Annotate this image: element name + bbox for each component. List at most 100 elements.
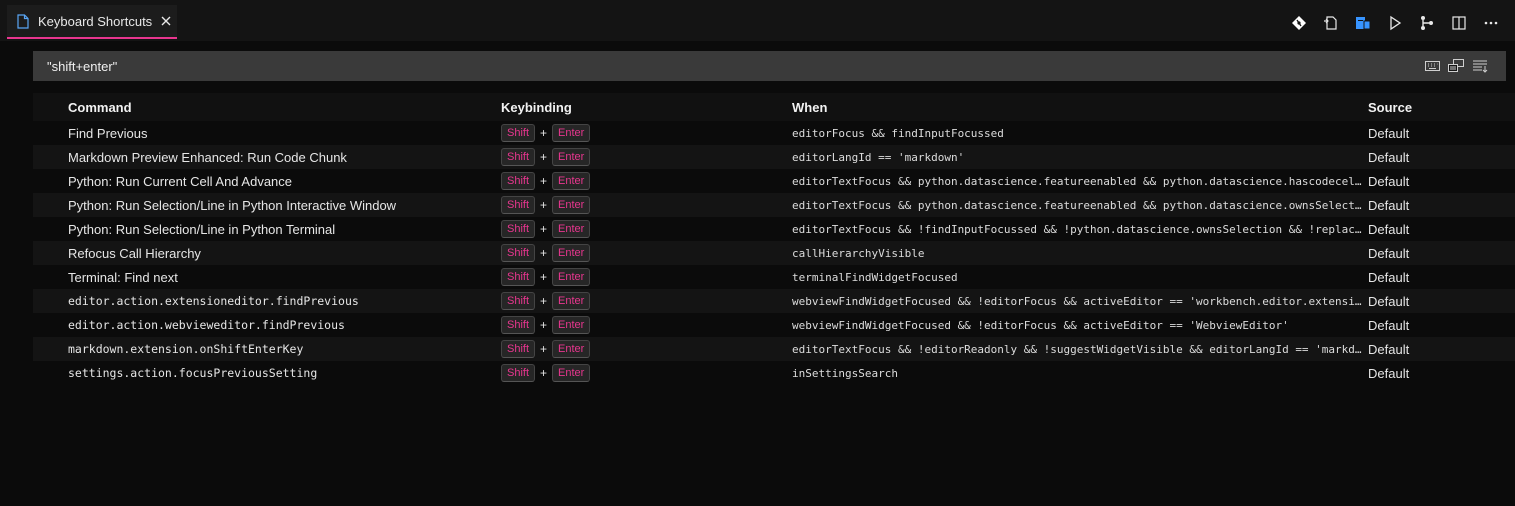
- source-cell: Default: [1368, 293, 1410, 309]
- key-label: Enter: [552, 196, 591, 214]
- command-cell: Find Previous: [68, 125, 148, 141]
- keybinding-cell[interactable]: Shift + Enter: [501, 244, 792, 262]
- column-header-source[interactable]: Source: [1368, 100, 1508, 115]
- keybinding-cell[interactable]: Shift + Enter: [501, 196, 792, 214]
- command-cell: Python: Run Current Cell And Advance: [68, 173, 293, 189]
- table-row[interactable]: Refocus Call Hierarchy Shift + Enter callHie…: [33, 241, 1515, 265]
- sort-by-precedence-icon[interactable]: [1472, 58, 1488, 74]
- preview-icon[interactable]: [1353, 13, 1373, 33]
- column-header-command[interactable]: Command: [33, 100, 501, 115]
- editor-actions: [1289, 12, 1501, 34]
- keybinding-cell[interactable]: Shift + Enter: [501, 220, 792, 238]
- source-cell: Default: [1368, 173, 1410, 189]
- when-cell: editorTextFocus && python.datascience.fe…: [792, 198, 1368, 212]
- when-cell: webviewFindWidgetFocused && !editorFocus…: [792, 294, 1368, 308]
- table-row[interactable]: Markdown Preview Enhanced: Run Code Chun…: [33, 145, 1515, 169]
- key-separator: +: [540, 342, 548, 356]
- table-row[interactable]: Python: Run Current Cell And Advance Shif…: [33, 169, 1515, 193]
- source-cell: Default: [1368, 365, 1410, 381]
- tab-keyboard-shortcuts[interactable]: Keyboard Shortcuts: [7, 5, 177, 39]
- key-label: Shift: [501, 172, 536, 190]
- key-label: Enter: [552, 292, 591, 310]
- keybinding-cell[interactable]: Shift + Enter: [501, 172, 792, 190]
- key-label: Shift: [501, 220, 536, 238]
- keybinding-cell[interactable]: Shift + Enter: [501, 268, 792, 286]
- open-file-icon[interactable]: [1321, 13, 1341, 33]
- keybinding-cell[interactable]: Shift + Enter: [501, 364, 792, 382]
- command-cell: Python: Run Selection/Line in Python Int…: [68, 197, 397, 213]
- key-label: Enter: [552, 340, 591, 358]
- column-header-when[interactable]: When: [792, 100, 1368, 115]
- key-label: Shift: [501, 244, 536, 262]
- when-cell: editorTextFocus && !findInputFocussed &&…: [792, 222, 1368, 236]
- keybindings-table: Command Keybinding When Source Find Prev…: [33, 93, 1515, 385]
- table-row[interactable]: settings.action.focusPreviousSetting Shif…: [33, 361, 1515, 385]
- record-keys-icon[interactable]: [1448, 58, 1464, 74]
- key-label: Enter: [552, 268, 591, 286]
- column-header-keybinding[interactable]: Keybinding: [501, 100, 792, 115]
- key-label: Shift: [501, 196, 536, 214]
- key-separator: +: [540, 198, 548, 212]
- command-cell: settings.action.focusPreviousSetting: [68, 366, 318, 380]
- source-cell: Default: [1368, 125, 1410, 141]
- command-cell: Markdown Preview Enhanced: Run Code Chun…: [68, 149, 347, 165]
- key-separator: +: [540, 318, 548, 332]
- key-separator: +: [540, 126, 548, 140]
- key-label: Shift: [501, 340, 536, 358]
- key-label: Shift: [501, 148, 536, 166]
- key-label: Enter: [552, 220, 591, 238]
- table-row[interactable]: editor.action.extensioneditor.findPrevio…: [33, 289, 1515, 313]
- run-icon[interactable]: [1385, 13, 1405, 33]
- table-row[interactable]: Python: Run Selection/Line in Python Int…: [33, 193, 1515, 217]
- when-cell: terminalFindWidgetFocused: [792, 270, 958, 284]
- key-separator: +: [540, 222, 548, 236]
- when-cell: editorLangId == 'markdown': [792, 150, 965, 164]
- keybinding-cell[interactable]: Shift + Enter: [501, 340, 792, 358]
- keybindings-search: [33, 51, 1506, 81]
- table-row[interactable]: Python: Run Selection/Line in Python Ter…: [33, 217, 1515, 241]
- key-label: Enter: [552, 364, 591, 382]
- table-row[interactable]: markdown.extension.onShiftEnterKey Shift +…: [33, 337, 1515, 361]
- search-input[interactable]: [45, 57, 1409, 75]
- when-cell: editorTextFocus && !editorReadonly && !s…: [792, 342, 1368, 356]
- key-label: Shift: [501, 268, 536, 286]
- table-row[interactable]: Find Previous Shift + Enter editorFocus && f…: [33, 121, 1515, 145]
- keybinding-cell[interactable]: Shift + Enter: [501, 124, 792, 142]
- key-separator: +: [540, 270, 548, 284]
- source-cell: Default: [1368, 149, 1410, 165]
- more-icon[interactable]: [1481, 13, 1501, 33]
- close-icon[interactable]: [159, 14, 173, 28]
- editor-tab-bar: Keyboard Shortcuts: [0, 0, 1515, 41]
- table-row[interactable]: Terminal: Find next Shift + Enter terminalFi…: [33, 265, 1515, 289]
- tab-label: Keyboard Shortcuts: [38, 13, 153, 29]
- key-label: Shift: [501, 124, 536, 142]
- table-header: Command Keybinding When Source: [33, 93, 1515, 121]
- source-cell: Default: [1368, 317, 1410, 333]
- command-cell: Python: Run Selection/Line in Python Ter…: [68, 221, 336, 237]
- source-control-icon[interactable]: [1417, 13, 1437, 33]
- source-cell: Default: [1368, 245, 1410, 261]
- command-cell: editor.action.webvieweditor.findPrevious: [68, 318, 345, 332]
- key-label: Shift: [501, 364, 536, 382]
- table-row[interactable]: editor.action.webvieweditor.findPrevious…: [33, 313, 1515, 337]
- command-cell: markdown.extension.onShiftEnterKey: [68, 342, 304, 356]
- key-separator: +: [540, 366, 548, 380]
- key-label: Enter: [552, 124, 591, 142]
- keyboard-icon[interactable]: [1424, 58, 1440, 74]
- git-compare-icon[interactable]: [1289, 13, 1309, 33]
- search-tools: [1424, 58, 1488, 74]
- command-cell: editor.action.extensioneditor.findPrevio…: [68, 294, 359, 308]
- when-cell: webviewFindWidgetFocused && !editorFocus…: [792, 318, 1289, 332]
- key-label: Enter: [552, 316, 591, 334]
- table-body: Find Previous Shift + Enter editorFocus && f…: [33, 121, 1515, 385]
- keybinding-cell[interactable]: Shift + Enter: [501, 292, 792, 310]
- command-cell: Terminal: Find next: [68, 269, 178, 285]
- keybinding-cell[interactable]: Shift + Enter: [501, 148, 792, 166]
- source-cell: Default: [1368, 221, 1410, 237]
- keybinding-cell[interactable]: Shift + Enter: [501, 316, 792, 334]
- key-separator: +: [540, 294, 548, 308]
- split-editor-icon[interactable]: [1449, 13, 1469, 33]
- key-label: Shift: [501, 292, 536, 310]
- key-label: Shift: [501, 316, 536, 334]
- key-label: Enter: [552, 172, 591, 190]
